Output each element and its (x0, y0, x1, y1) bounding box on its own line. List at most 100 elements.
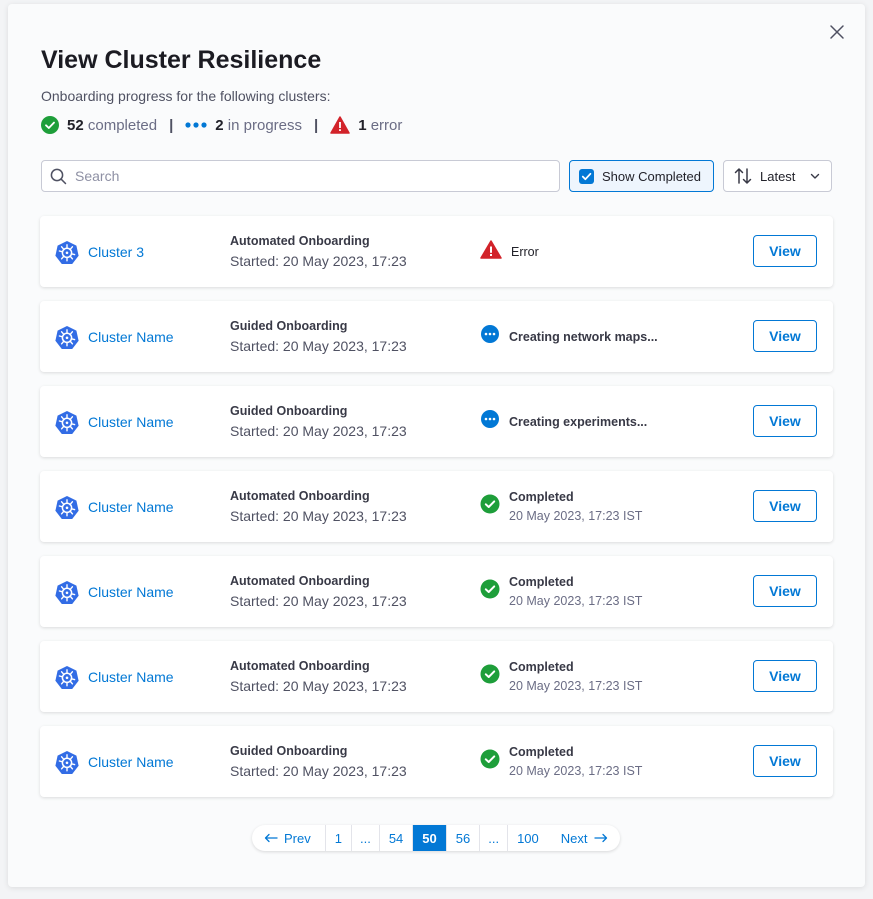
search-icon (50, 168, 67, 184)
status-timestamp: 20 May 2023, 17:23 IST (509, 594, 643, 608)
status-icon-wrap (480, 494, 500, 519)
status-cell: Completed 20 May 2023, 17:23 IST (480, 726, 642, 797)
cluster-name-link[interactable]: Cluster 3 (88, 244, 144, 260)
status-text: Completed (509, 660, 574, 674)
pagination-page[interactable]: 100 (508, 825, 548, 851)
onboarding-cell: Automated Onboarding Started: 20 May 202… (230, 489, 407, 524)
status-text: Error (511, 244, 539, 259)
show-completed-checkbox[interactable] (579, 168, 594, 184)
status-timestamp: 20 May 2023, 17:23 IST (509, 509, 643, 523)
status-cell: Completed 20 May 2023, 17:23 IST (480, 556, 642, 627)
onboarding-type: Automated Onboarding (230, 574, 370, 588)
status-timestamp: 20 May 2023, 17:23 IST (509, 679, 643, 693)
pagination-page[interactable]: 56 (447, 825, 481, 851)
status-cell: Error (480, 216, 539, 287)
summary-divider: | (169, 116, 174, 134)
kubernetes-icon (55, 325, 79, 349)
check-circle-icon (41, 116, 59, 134)
status-text: Creating experiments... (509, 414, 648, 429)
cluster-row: Cluster Name Guided Onboarding Started: … (40, 386, 833, 457)
status-timestamp: 20 May 2023, 17:23 IST (509, 764, 643, 778)
close-icon[interactable] (829, 24, 845, 40)
cluster-resilience-dialog: View Cluster Resilience Onboarding progr… (8, 4, 865, 887)
check-circle-icon (480, 749, 500, 769)
cluster-row: Cluster Name Automated Onboarding Starte… (40, 641, 833, 712)
cluster-name-link[interactable]: Cluster Name (88, 754, 174, 770)
summary-error-label: error (370, 116, 403, 134)
pagination-prev[interactable]: Prev (252, 825, 326, 851)
search-box[interactable] (41, 160, 560, 192)
show-completed-label: Show Completed (602, 168, 701, 184)
sort-dropdown[interactable]: Latest (723, 160, 832, 192)
search-input[interactable] (75, 168, 535, 184)
cluster-cell: Cluster Name (55, 556, 174, 627)
cluster-name-link[interactable]: Cluster Name (88, 499, 174, 515)
onboarding-cell: Guided Onboarding Started: 20 May 2023, … (230, 404, 407, 439)
kubernetes-icon (55, 580, 79, 604)
check-circle-icon (480, 494, 500, 514)
view-button[interactable]: View (753, 235, 817, 267)
status-icon-wrap (480, 324, 500, 349)
summary-completed: 52 completed (41, 116, 157, 134)
pagination-ellipsis: ... (352, 825, 380, 851)
status-text: Completed (509, 575, 574, 589)
pagination-page[interactable]: 1 (326, 825, 352, 851)
in-progress-icon (481, 410, 499, 428)
show-completed-toggle[interactable]: Show Completed (569, 160, 714, 192)
cluster-row: Cluster Name Automated Onboarding Starte… (40, 556, 833, 627)
cluster-name-link[interactable]: Cluster Name (88, 669, 174, 685)
warning-triangle-icon (330, 116, 350, 134)
pagination-next-label: Next (560, 830, 588, 846)
view-button[interactable]: View (753, 320, 817, 352)
summary-divider: | (314, 116, 319, 134)
dialog-title: View Cluster Resilience (41, 46, 322, 74)
check-circle-icon (480, 579, 500, 599)
cluster-name-link[interactable]: Cluster Name (88, 584, 174, 600)
cluster-name-link[interactable]: Cluster Name (88, 414, 174, 430)
summary-progress: 2 in progress (185, 117, 302, 134)
view-button[interactable]: View (753, 405, 817, 437)
check-icon (581, 172, 592, 180)
toolbar: Show Completed Latest (41, 160, 832, 192)
pagination-page[interactable]: 50 (413, 825, 447, 851)
pagination-next[interactable]: Next (548, 825, 620, 851)
cluster-name-link[interactable]: Cluster Name (88, 329, 174, 345)
status-cell: Completed 20 May 2023, 17:23 IST (480, 641, 642, 712)
view-button[interactable]: View (753, 660, 817, 692)
onboarding-start-time: Started: 20 May 2023, 17:23 (230, 763, 407, 779)
summary-error: 1 error (330, 116, 402, 134)
view-button[interactable]: View (753, 575, 817, 607)
in-progress-icon (185, 122, 207, 128)
arrow-left-icon (264, 833, 278, 843)
status-cell: Creating network maps... (480, 301, 658, 372)
onboarding-start-time: Started: 20 May 2023, 17:23 (230, 423, 407, 439)
onboarding-start-time: Started: 20 May 2023, 17:23 (230, 338, 407, 354)
view-button[interactable]: View (753, 490, 817, 522)
view-button[interactable]: View (753, 745, 817, 777)
onboarding-summary: 52 completed | 2 in progress | 1 error (41, 116, 402, 134)
summary-progress-count: 2 (215, 116, 224, 134)
cluster-cell: Cluster Name (55, 726, 174, 797)
close-button[interactable] (827, 22, 847, 42)
onboarding-cell: Guided Onboarding Started: 20 May 2023, … (230, 744, 407, 779)
cluster-cell: Cluster 3 (55, 216, 144, 287)
cluster-cell: Cluster Name (55, 471, 174, 542)
onboarding-type: Guided Onboarding (230, 744, 348, 758)
onboarding-type: Automated Onboarding (230, 659, 370, 673)
onboarding-start-time: Started: 20 May 2023, 17:23 (230, 253, 407, 269)
status-icon-wrap (480, 409, 500, 434)
onboarding-start-time: Started: 20 May 2023, 17:23 (230, 508, 407, 524)
chevron-down-icon (811, 173, 820, 179)
sort-label: Latest (760, 168, 796, 184)
check-circle-icon (480, 664, 500, 684)
cluster-list: Cluster 3 Automated Onboarding Started: … (40, 216, 833, 811)
pagination-ellipsis: ... (480, 825, 509, 851)
onboarding-cell: Automated Onboarding Started: 20 May 202… (230, 659, 407, 694)
status-icon-wrap (480, 239, 502, 264)
cluster-cell: Cluster Name (55, 641, 174, 712)
status-icon-wrap (480, 749, 500, 774)
onboarding-type: Guided Onboarding (230, 319, 348, 333)
cluster-row: Cluster Name Guided Onboarding Started: … (40, 301, 833, 372)
cluster-row: Cluster Name Guided Onboarding Started: … (40, 726, 833, 797)
pagination-page[interactable]: 54 (380, 825, 414, 851)
